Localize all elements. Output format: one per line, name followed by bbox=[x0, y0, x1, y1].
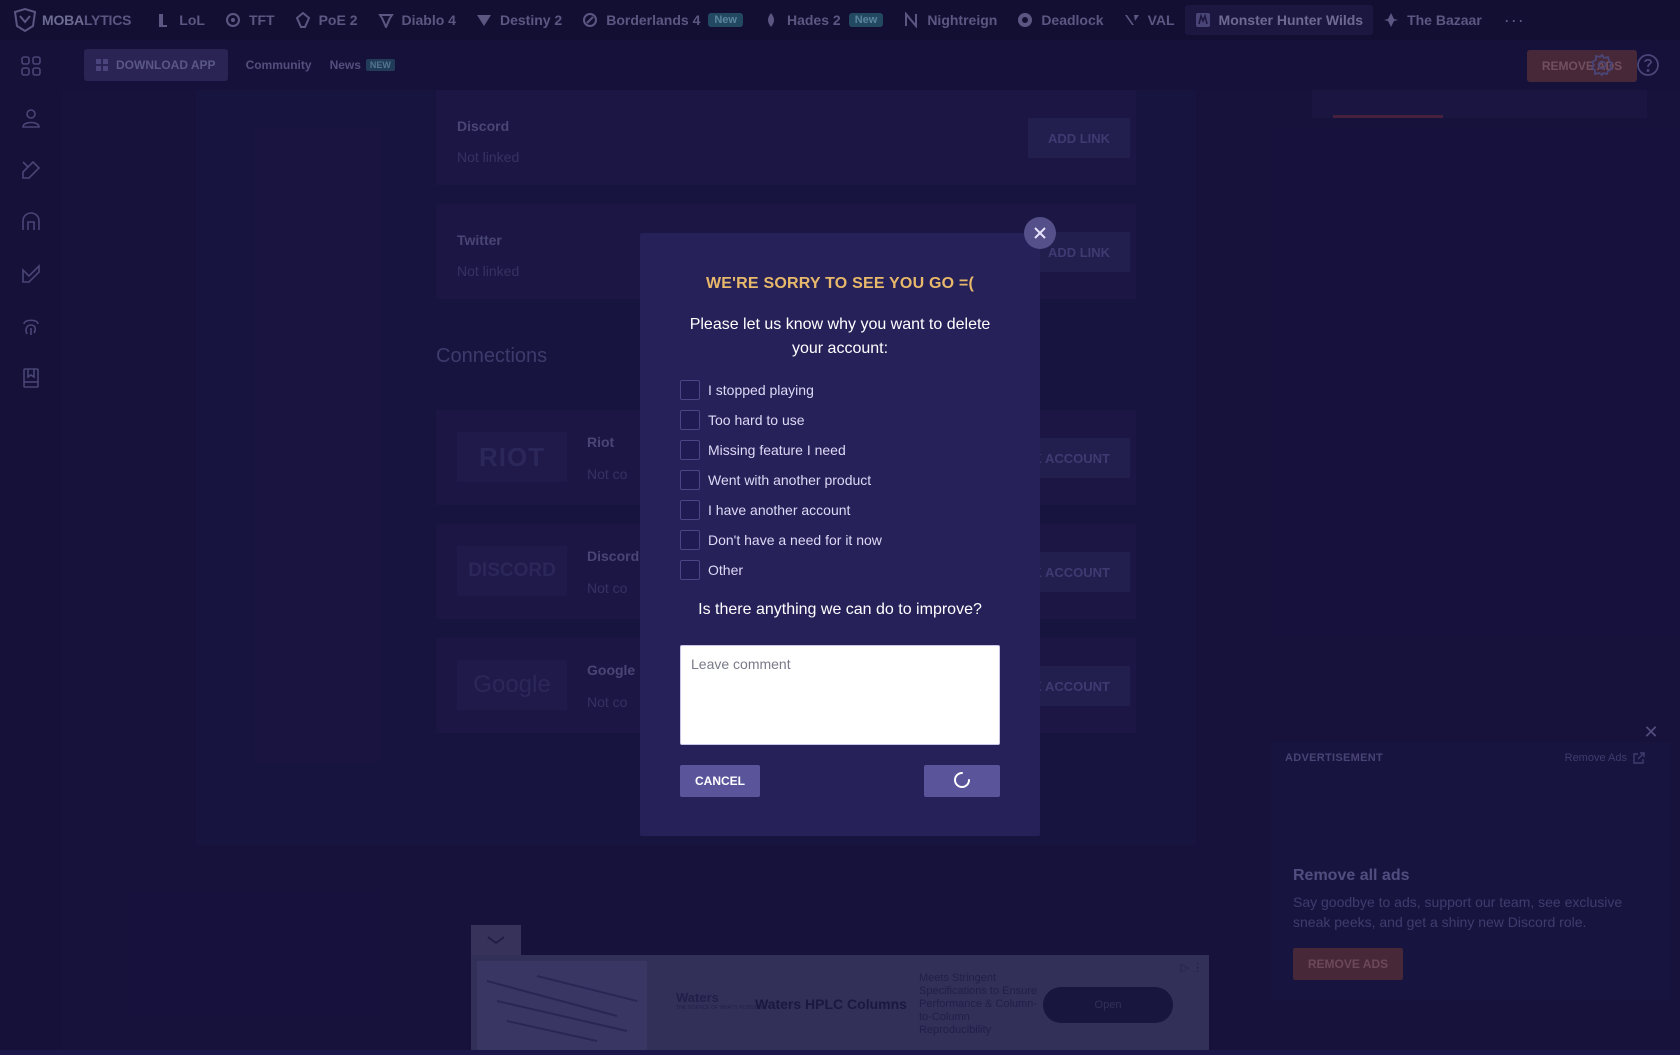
reason-label: Don't have a need for it now bbox=[708, 532, 882, 548]
reason-label: Went with another product bbox=[708, 472, 872, 488]
reason-label: I have another account bbox=[708, 502, 851, 518]
close-icon bbox=[1034, 227, 1046, 239]
reason-checkbox[interactable] bbox=[680, 440, 700, 460]
modal-subtitle: Please let us know why you want to delet… bbox=[689, 316, 991, 357]
reason-label: Too hard to use bbox=[708, 412, 805, 428]
cancel-button[interactable]: CANCEL bbox=[680, 765, 760, 797]
comment-textarea[interactable] bbox=[680, 645, 1000, 745]
reason-checkbox[interactable] bbox=[680, 530, 700, 550]
reason-label: Missing feature I need bbox=[708, 442, 846, 458]
reason-option[interactable]: Too hard to use bbox=[680, 405, 1000, 435]
reason-option[interactable]: Other bbox=[680, 555, 1000, 585]
reason-checkbox[interactable] bbox=[680, 410, 700, 430]
reason-option[interactable]: I stopped playing bbox=[680, 375, 1000, 405]
reason-option[interactable]: Missing feature I need bbox=[680, 435, 1000, 465]
reason-label: I stopped playing bbox=[708, 382, 814, 398]
reason-checkbox[interactable] bbox=[680, 500, 700, 520]
improve-question: Is there anything we can do to improve? bbox=[698, 601, 982, 618]
reason-list: I stopped playing Too hard to use Missin… bbox=[680, 375, 1000, 585]
reason-checkbox[interactable] bbox=[680, 470, 700, 490]
modal-close-button[interactable] bbox=[1024, 217, 1056, 249]
reason-option[interactable]: I have another account bbox=[680, 495, 1000, 525]
reason-checkbox[interactable] bbox=[680, 560, 700, 580]
reason-label: Other bbox=[708, 562, 744, 578]
delete-account-modal: WE'RE SORRY TO SEE YOU GO =( Please let … bbox=[640, 233, 1040, 836]
modal-title: WE'RE SORRY TO SEE YOU GO =( bbox=[706, 275, 974, 292]
reason-checkbox[interactable] bbox=[680, 380, 700, 400]
reason-option[interactable]: Don't have a need for it now bbox=[680, 525, 1000, 555]
loading-spinner-icon bbox=[953, 771, 971, 792]
submit-button[interactable] bbox=[924, 765, 1000, 797]
reason-option[interactable]: Went with another product bbox=[680, 465, 1000, 495]
